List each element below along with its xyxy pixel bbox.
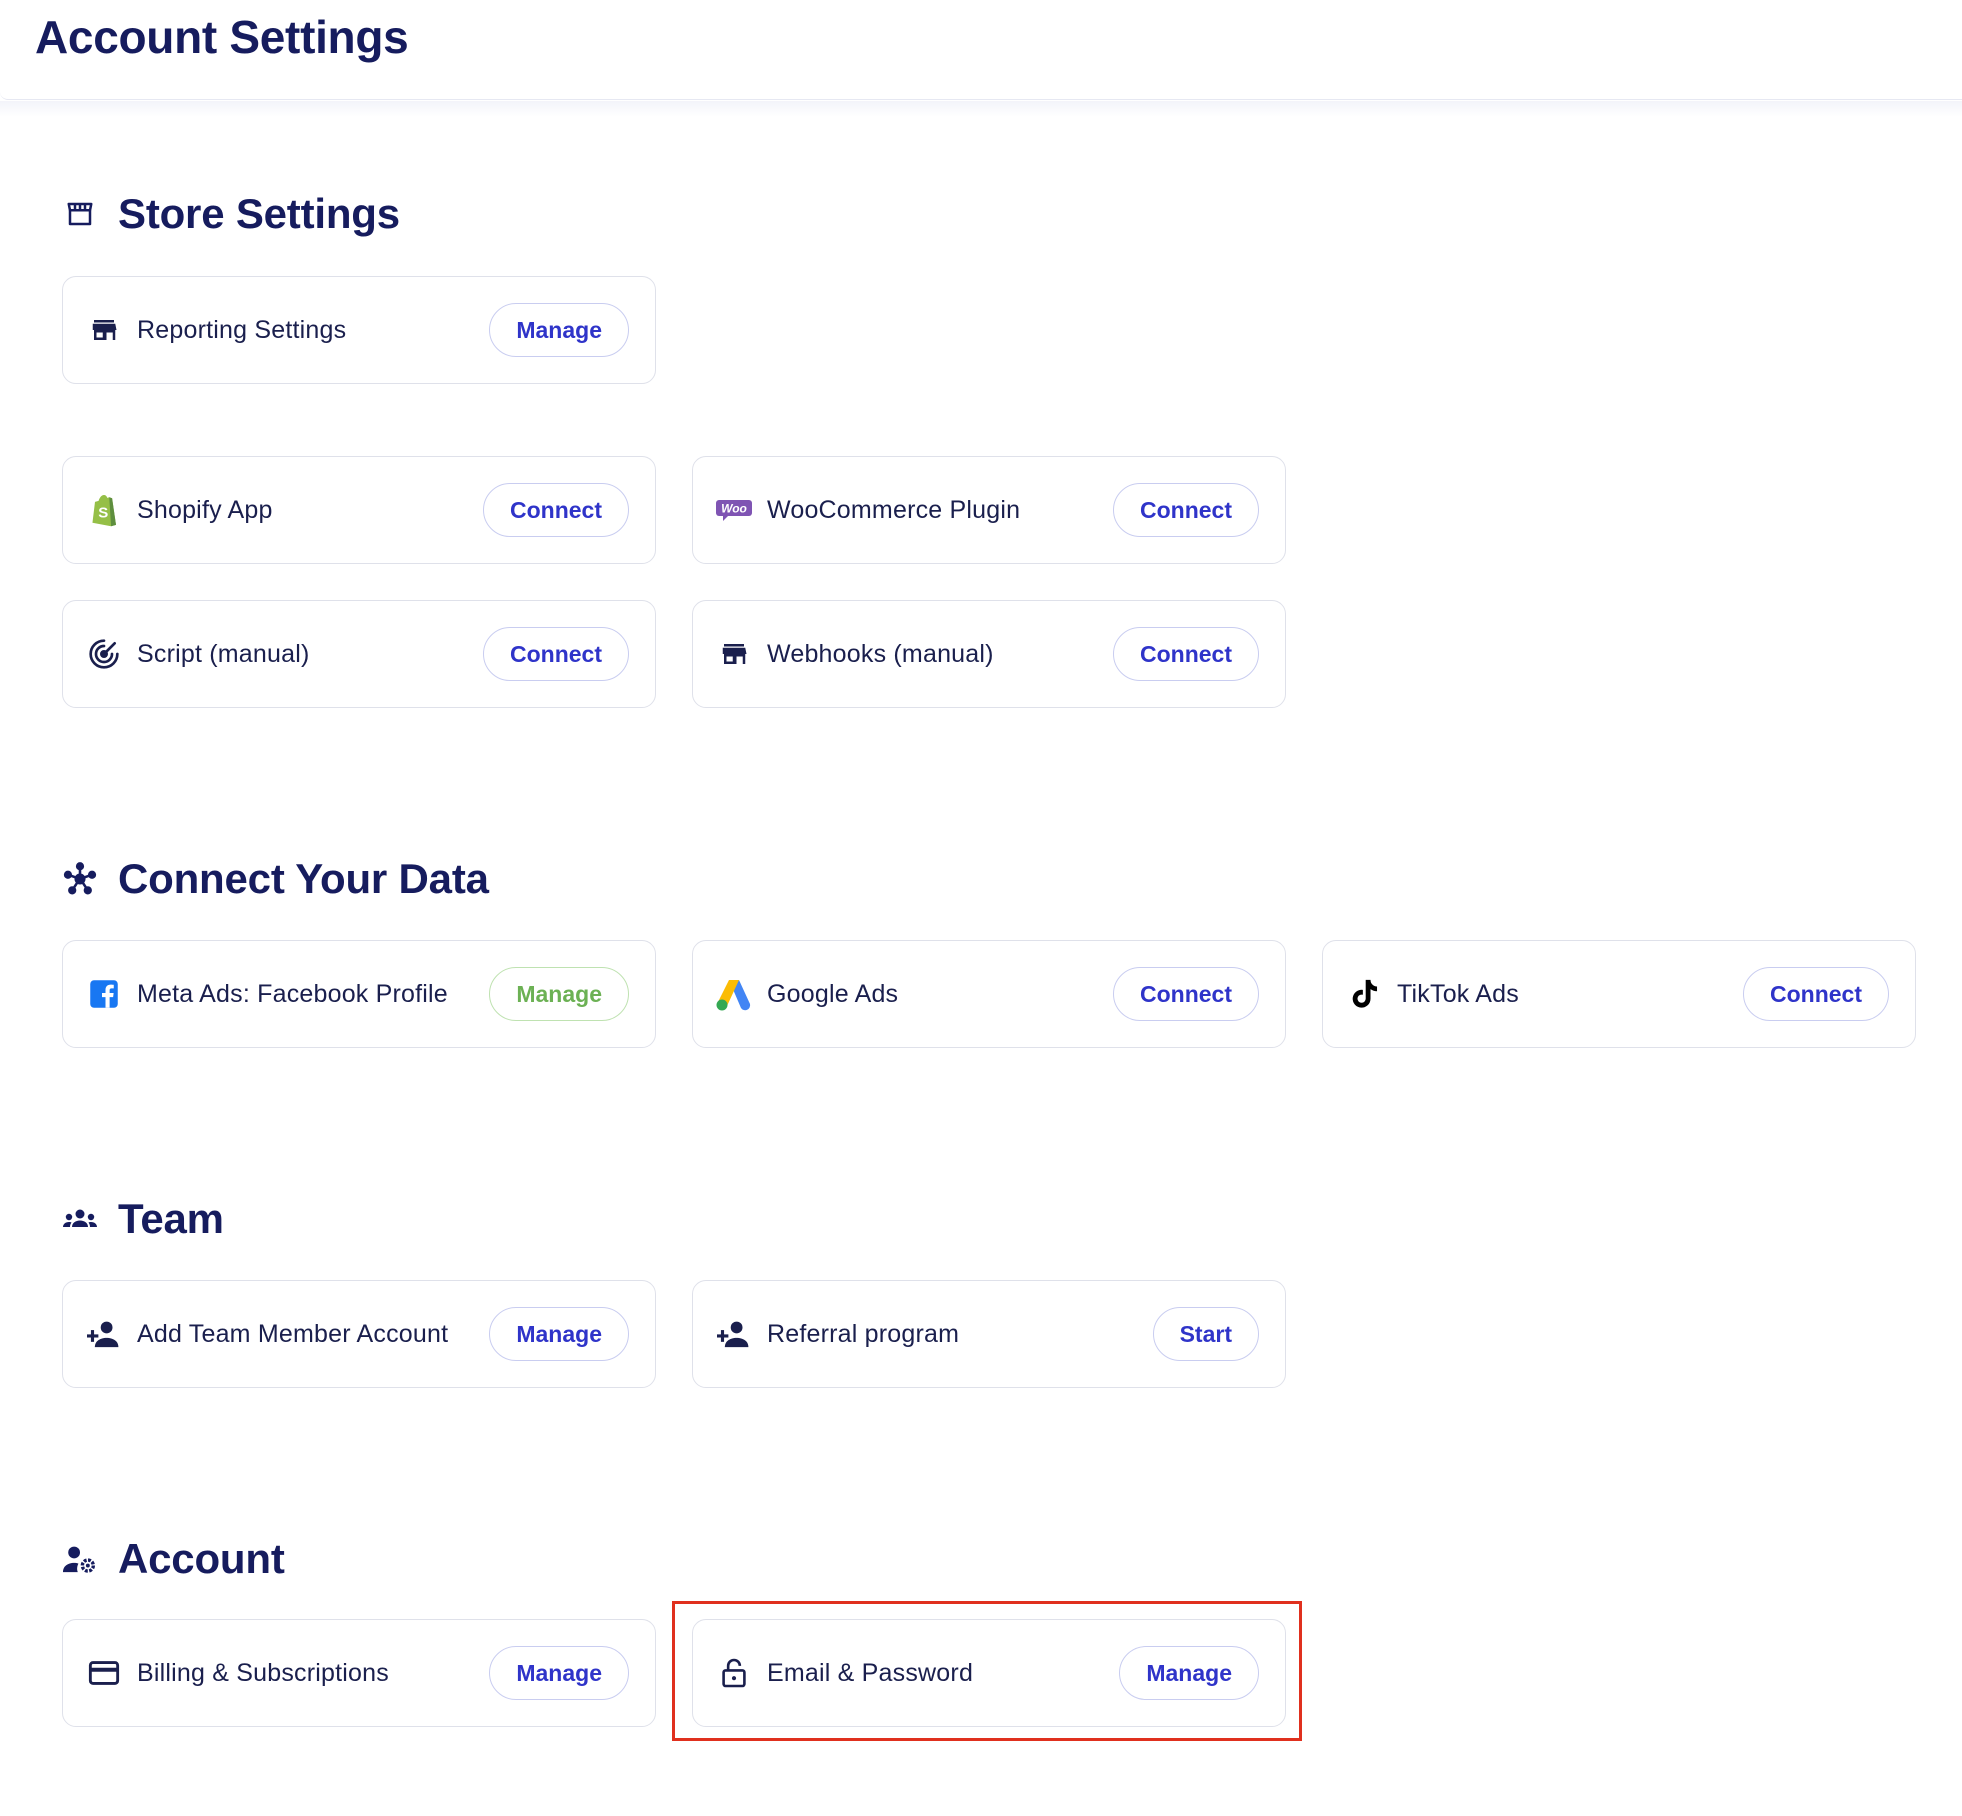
connect-button[interactable]: Connect: [1113, 627, 1259, 681]
section-store-settings: Store Settings: [62, 184, 400, 244]
card-reporting-settings: Reporting Settings Manage: [62, 276, 656, 384]
manage-button[interactable]: Manage: [489, 303, 629, 357]
card-script-manual: Script (manual) Connect: [62, 600, 656, 708]
card-tiktok-ads: TikTok Ads Connect: [1322, 940, 1916, 1048]
manage-button[interactable]: Manage: [489, 1646, 629, 1700]
card-label: Google Ads: [767, 979, 899, 1008]
card-webhooks-manual: Webhooks (manual) Connect: [692, 600, 1286, 708]
card-label: Reporting Settings: [137, 315, 347, 344]
card-label: TikTok Ads: [1397, 979, 1519, 1008]
groups-icon: [62, 1201, 98, 1237]
card-meta-ads: Meta Ads: Facebook Profile Manage: [62, 940, 656, 1048]
credit-card-icon: [83, 1652, 125, 1694]
shopify-icon: S: [83, 489, 125, 531]
store-icon: [83, 309, 125, 351]
section-title: Connect Your Data: [118, 855, 489, 902]
page-header: Account Settings: [0, 0, 1962, 100]
card-shopify-app: S Shopify App Connect: [62, 456, 656, 564]
facebook-icon: [83, 973, 125, 1015]
card-referral-program: Referral program Start: [692, 1280, 1286, 1388]
card-label: Shopify App: [137, 495, 273, 524]
section-title: Store Settings: [118, 190, 400, 237]
card-label: Meta Ads: Facebook Profile: [137, 979, 448, 1008]
card-billing-subscriptions: Billing & Subscriptions Manage: [62, 1619, 656, 1727]
section-team: Team: [62, 1189, 224, 1249]
connect-button[interactable]: Connect: [1113, 967, 1259, 1021]
radar-icon: [83, 633, 125, 675]
connect-button[interactable]: Connect: [483, 483, 629, 537]
manage-button[interactable]: Manage: [489, 967, 629, 1021]
person-add-icon: [713, 1313, 755, 1355]
section-account: Account: [62, 1529, 285, 1589]
connect-button[interactable]: Connect: [1113, 483, 1259, 537]
card-label: Webhooks (manual): [767, 639, 994, 668]
card-add-team-member: Add Team Member Account Manage: [62, 1280, 656, 1388]
card-google-ads: Google Ads Connect: [692, 940, 1286, 1048]
tiktok-icon: [1343, 973, 1385, 1015]
woocommerce-icon: Woo: [713, 489, 755, 531]
woocommerce-logo-text: Woo: [721, 502, 747, 516]
storefront-icon: [62, 196, 98, 232]
connect-button[interactable]: Connect: [483, 627, 629, 681]
card-label: Add Team Member Account: [137, 1319, 449, 1348]
card-woocommerce-plugin: Woo WooCommerce Plugin Connect: [692, 456, 1286, 564]
start-button[interactable]: Start: [1152, 1307, 1259, 1361]
manage-accounts-icon: [62, 1541, 98, 1577]
section-connect-your-data: Connect Your Data: [62, 849, 489, 909]
highlight-box: [672, 1601, 1302, 1741]
google-ads-icon: [713, 973, 755, 1015]
store-icon: [713, 633, 755, 675]
card-label: Billing & Subscriptions: [137, 1658, 389, 1687]
section-title: Team: [118, 1195, 224, 1242]
header-divider: [0, 101, 1962, 117]
card-label: Script (manual): [137, 639, 310, 668]
manage-button[interactable]: Manage: [489, 1307, 629, 1361]
connect-button[interactable]: Connect: [1743, 967, 1889, 1021]
page-title: Account Settings: [35, 11, 409, 63]
svg-text:S: S: [98, 505, 108, 522]
card-label: Referral program: [767, 1319, 960, 1348]
section-title: Account: [118, 1535, 285, 1582]
person-add-icon: [83, 1313, 125, 1355]
hub-icon: [62, 861, 98, 897]
card-label: WooCommerce Plugin: [767, 495, 1021, 524]
